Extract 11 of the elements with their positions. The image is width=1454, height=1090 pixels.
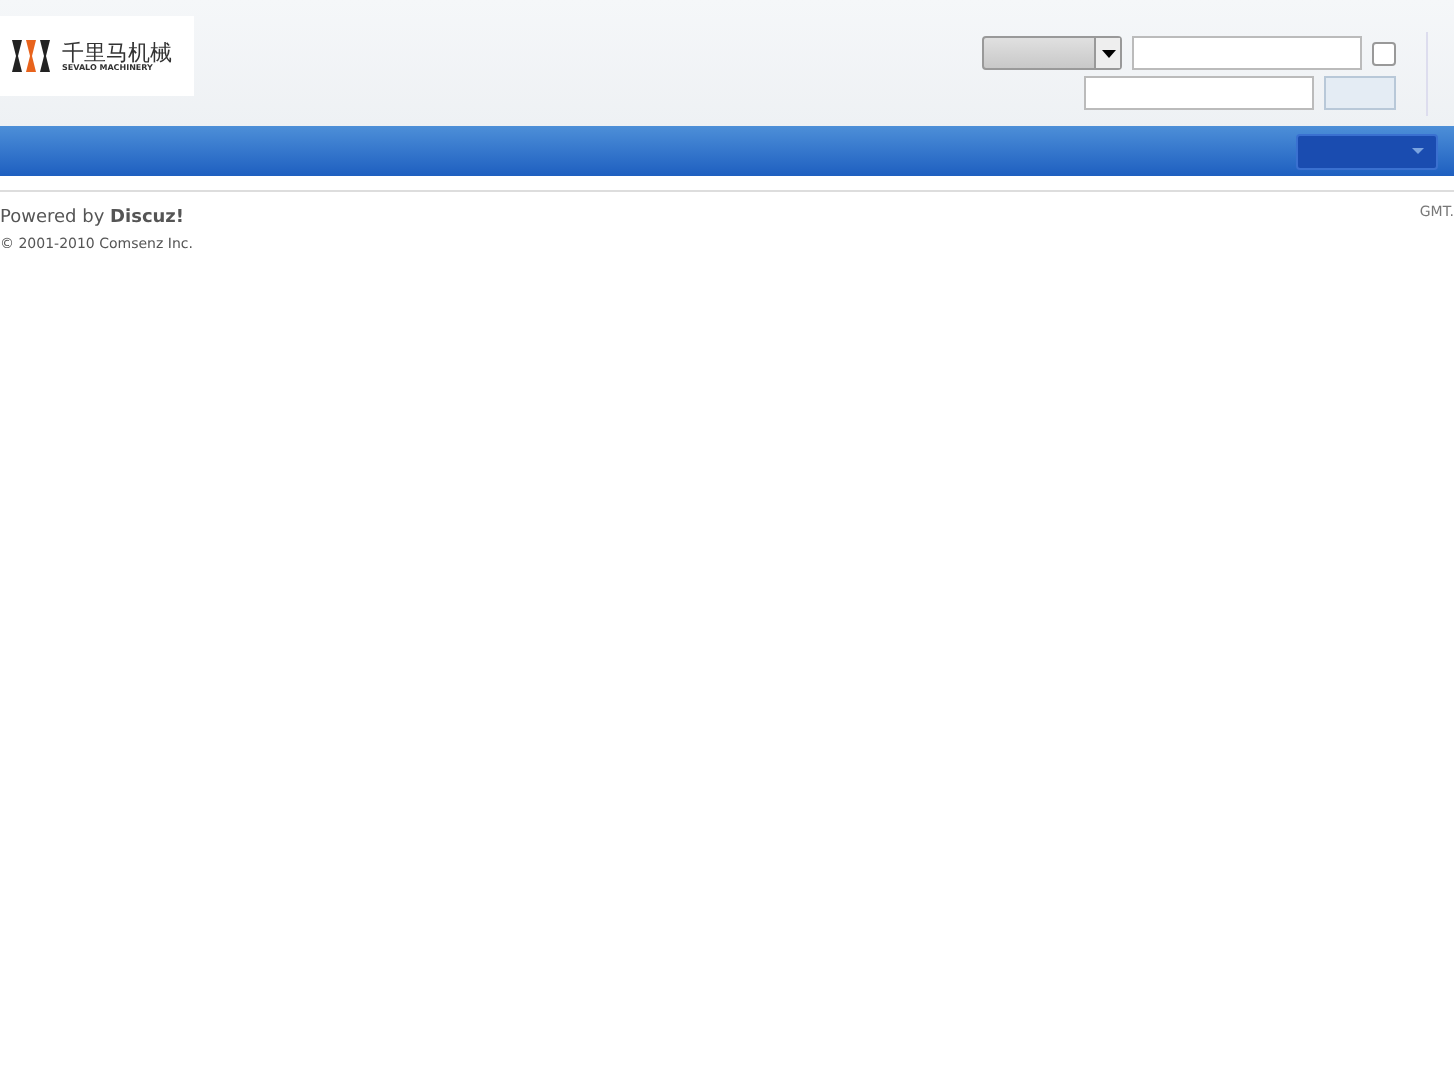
checkbox[interactable] [1372, 41, 1396, 65]
input-field[interactable] [1084, 76, 1314, 110]
login-button[interactable] [1324, 76, 1396, 110]
dropdown-button[interactable] [1296, 133, 1438, 169]
caret-icon [1412, 148, 1424, 154]
powered-by-text: Powered by Discuz! [0, 208, 187, 228]
input-field[interactable] [1132, 36, 1362, 70]
logo-name: 千里马机械 [62, 41, 172, 63]
logo-icon [8, 38, 56, 74]
caret-icon [1101, 49, 1115, 57]
dropdown-field[interactable] [982, 36, 1122, 70]
